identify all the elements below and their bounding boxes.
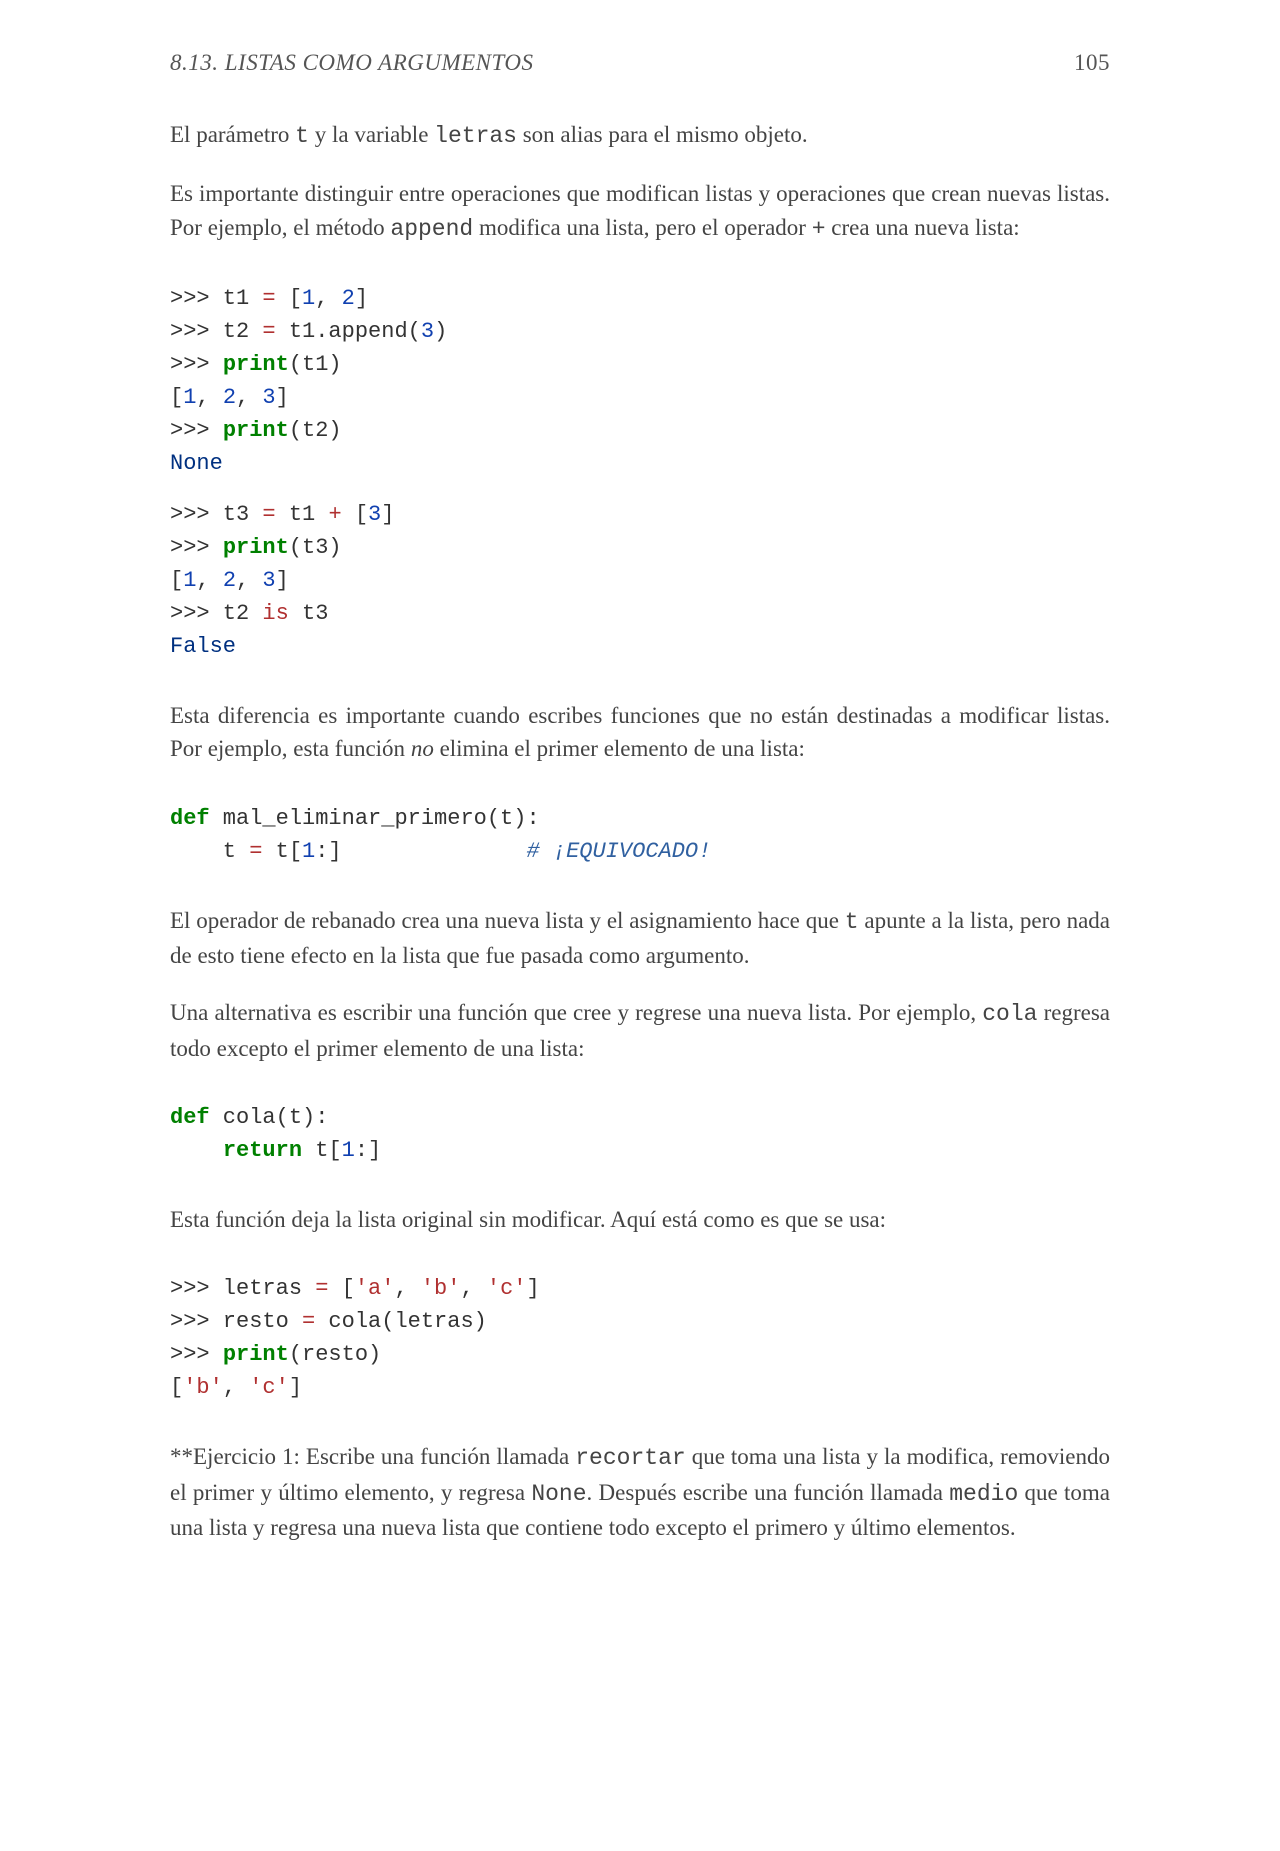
paragraph-2: Es importante distinguir entre operacion…	[170, 177, 1110, 246]
code-line: [1, 2, 3]	[170, 564, 1110, 597]
code-block-2: def mal_eliminar_primero(t): t = t[1:] #…	[170, 802, 1110, 868]
code-line: >>> letras = ['a', 'b', 'c']	[170, 1272, 1110, 1305]
code-line: >>> t2 = t1.append(3)	[170, 315, 1110, 348]
code-inline: append	[390, 216, 473, 242]
paragraph-3: Esta diferencia es importante cuando esc…	[170, 699, 1110, 766]
text: y la variable	[309, 122, 434, 147]
code-line: >>> print(t1)	[170, 348, 1110, 381]
code-inline: medio	[949, 1481, 1018, 1507]
text: modifica una lista, pero el operador	[473, 215, 812, 240]
code-line: >>> t3 = t1 + [3]	[170, 498, 1110, 531]
page: 8.13. LISTAS COMO ARGUMENTOS 105 El pará…	[0, 0, 1280, 1851]
code-inline: cola	[982, 1001, 1037, 1027]
text: son alias para el mismo objeto.	[517, 122, 808, 147]
code-inline: letras	[434, 123, 517, 149]
text: elimina el primer elemento de una lista:	[434, 736, 805, 761]
code-inline: +	[812, 216, 826, 242]
code-line: None	[170, 447, 1110, 480]
text: El operador de rebanado crea una nueva l…	[170, 908, 845, 933]
code-line: >>> resto = cola(letras)	[170, 1305, 1110, 1338]
code-line: False	[170, 630, 1110, 663]
page-header: 8.13. LISTAS COMO ARGUMENTOS 105	[170, 50, 1110, 76]
code-line: >>> t1 = [1, 2]	[170, 282, 1110, 315]
code-line: t = t[1:] # ¡EQUIVOCADO!	[170, 835, 1110, 868]
code-line: return t[1:]	[170, 1134, 1110, 1167]
emphasis: no	[411, 736, 434, 761]
code-line: >>> t2 is t3	[170, 597, 1110, 630]
code-inline: t	[295, 123, 309, 149]
page-number: 105	[1074, 50, 1110, 76]
paragraph-5: Una alternativa es escribir una función …	[170, 996, 1110, 1065]
code-block-4: >>> letras = ['a', 'b', 'c']>>> resto = …	[170, 1272, 1110, 1404]
paragraph-exercise: **Ejercicio 1: Escribe una función llama…	[170, 1440, 1110, 1544]
paragraph-4: El operador de rebanado crea una nueva l…	[170, 904, 1110, 973]
text: . Después escribe una función llamada	[587, 1480, 950, 1505]
code-inline: recortar	[575, 1445, 685, 1471]
code-line: >>> print(t3)	[170, 531, 1110, 564]
section-title: 8.13. LISTAS COMO ARGUMENTOS	[170, 50, 534, 76]
text: crea una nueva lista:	[826, 215, 1020, 240]
code-block-1: >>> t1 = [1, 2]>>> t2 = t1.append(3)>>> …	[170, 282, 1110, 663]
text: El parámetro	[170, 122, 295, 147]
code-line: >>> print(resto)	[170, 1338, 1110, 1371]
code-line: >>> print(t2)	[170, 414, 1110, 447]
code-line: def mal_eliminar_primero(t):	[170, 802, 1110, 835]
code-inline: t	[845, 909, 859, 935]
code-line: def cola(t):	[170, 1101, 1110, 1134]
paragraph-6: Esta función deja la lista original sin …	[170, 1203, 1110, 1236]
code-inline: None	[531, 1481, 586, 1507]
code-line: ['b', 'c']	[170, 1371, 1110, 1404]
code-line: [1, 2, 3]	[170, 381, 1110, 414]
text: **Ejercicio 1: Escribe una función llama…	[170, 1444, 575, 1469]
text: Una alternativa es escribir una función …	[170, 1000, 982, 1025]
code-block-3: def cola(t): return t[1:]	[170, 1101, 1110, 1167]
paragraph-1: El parámetro t y la variable letras son …	[170, 118, 1110, 153]
